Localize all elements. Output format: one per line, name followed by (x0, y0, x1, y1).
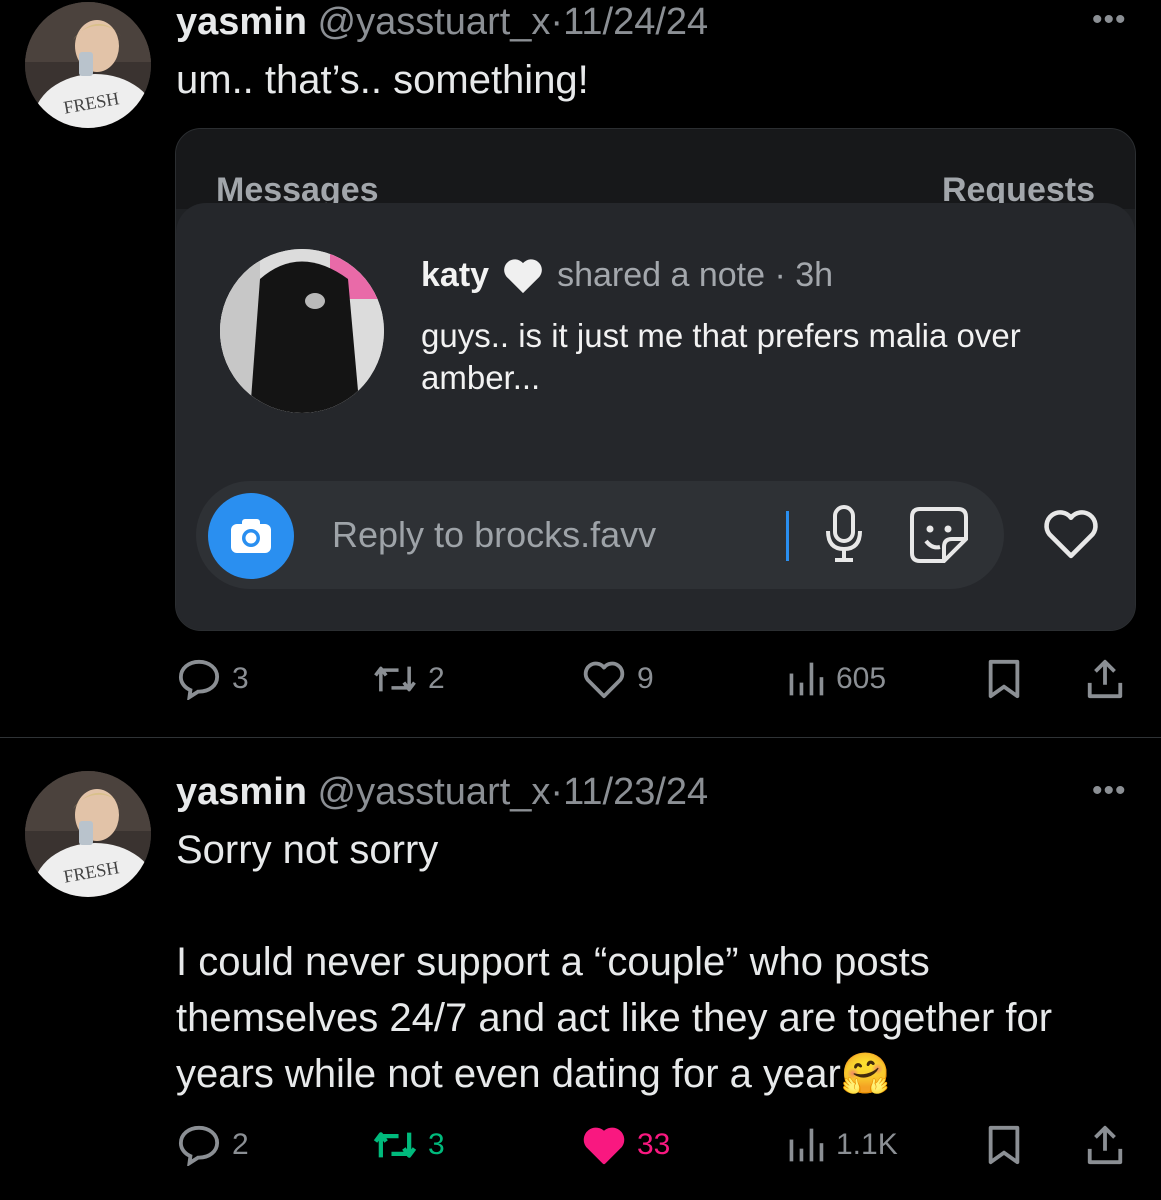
note-sheet: katy shared a note · 3h guys.. is it jus… (176, 203, 1135, 630)
tweet-date[interactable]: 11/23/24 (563, 771, 708, 813)
views-count: 1.1K (836, 1128, 898, 1161)
reply-input[interactable]: Reply to brocks.favv (332, 514, 656, 556)
date-separator: · (550, 1, 564, 43)
retweet-icon (374, 666, 416, 692)
author-handle[interactable]: @yasstuart_x (318, 1, 551, 43)
reply-icon (178, 659, 220, 700)
note-text: guys.. is it just me that prefers malia … (421, 317, 1021, 396)
share-icon (1087, 659, 1123, 699)
reply-icon (178, 1125, 220, 1166)
views-icon (789, 1128, 824, 1162)
microphone-icon (826, 505, 862, 562)
share-button[interactable] (1084, 1121, 1126, 1169)
embedded-screenshot[interactable]: Messages Requests katy shared a note · 3… (175, 128, 1136, 631)
note-meta: shared a note · 3h (557, 255, 834, 294)
note-author: katy (421, 255, 490, 294)
reply-count: 2 (232, 1128, 249, 1161)
date-separator: · (550, 771, 564, 813)
sticker-icon (910, 507, 968, 563)
tweet-text: Sorry not sorry I could never support a … (176, 822, 1116, 1102)
author-avatar[interactable]: FRESH (25, 771, 151, 897)
tweet-text: um.. that’s.. something! (176, 58, 589, 102)
reply-button[interactable]: 3 (176, 655, 249, 703)
author-avatar[interactable]: FRESH (25, 2, 151, 128)
tweet-1[interactable]: FRESH yasmin @yasstuart_x·11/24/24 ••• u… (0, 0, 1161, 737)
bookmark-icon (988, 1125, 1020, 1165)
tweet-text-line1: Sorry not sorry (176, 828, 439, 872)
reply-bar[interactable]: Reply to brocks.favv (196, 481, 1004, 589)
camera-icon (231, 519, 271, 553)
like-count: 33 (637, 1128, 671, 1161)
more-options-button[interactable]: ••• (1092, 5, 1127, 35)
microphone-button[interactable] (824, 503, 864, 570)
avatar-photo: FRESH (25, 771, 151, 897)
tweet-actions: 2 3 33 1.1K (176, 1121, 1136, 1169)
retweet-count: 2 (428, 662, 445, 695)
heart-icon (1044, 510, 1098, 559)
tweet-actions: 3 2 9 605 (176, 655, 1136, 703)
reply-count: 3 (232, 662, 249, 695)
hugging-face-emoji: 🤗 (840, 1052, 891, 1096)
sticker-button[interactable] (908, 505, 970, 570)
text-caret (786, 511, 789, 561)
camera-button[interactable] (208, 493, 294, 579)
tweet-text-paragraph: I could never support a “couple” who pos… (176, 934, 1116, 1102)
note-title: katy shared a note · 3h (421, 255, 833, 295)
note-avatar (220, 249, 384, 413)
reply-button[interactable]: 2 (176, 1121, 249, 1169)
tweet-header: yasmin @yasstuart_x·11/23/24 (176, 770, 708, 814)
author-handle[interactable]: @yasstuart_x (318, 771, 551, 813)
bookmark-button[interactable] (986, 1121, 1022, 1169)
retweet-button[interactable]: 3 (372, 1121, 445, 1169)
author-name[interactable]: yasmin (176, 771, 307, 813)
like-icon (583, 1127, 625, 1165)
tweet-date[interactable]: 11/24/24 (563, 1, 708, 43)
more-options-button[interactable]: ••• (1092, 776, 1127, 806)
retweet-icon (373, 1132, 417, 1158)
share-icon (1087, 1125, 1123, 1165)
avatar-photo: FRESH (25, 2, 151, 128)
like-count: 9 (637, 662, 654, 695)
like-button[interactable]: 9 (581, 655, 654, 703)
white-heart-icon (504, 259, 542, 294)
views-icon (789, 662, 824, 696)
views-button[interactable]: 605 (786, 655, 886, 703)
tweet-text-para2: I could never support a “couple” who pos… (176, 940, 1053, 1096)
retweet-count: 3 (428, 1128, 445, 1161)
tweet-header: yasmin @yasstuart_x·11/24/24 (176, 0, 708, 44)
views-button[interactable]: 1.1K (786, 1121, 898, 1169)
like-button[interactable]: 33 (581, 1121, 670, 1169)
views-count: 605 (836, 662, 887, 695)
bookmark-button[interactable] (986, 655, 1022, 703)
author-name[interactable]: yasmin (176, 1, 307, 43)
like-icon (583, 661, 625, 699)
share-button[interactable] (1084, 655, 1126, 703)
messages-tabs: Messages Requests (176, 129, 1135, 209)
tweet-2[interactable]: FRESH yasmin @yasstuart_x·11/23/24 ••• S… (0, 738, 1161, 1200)
heart-button[interactable] (1040, 505, 1102, 566)
bookmark-icon (988, 659, 1020, 699)
note-avatar-photo (220, 249, 384, 413)
retweet-button[interactable]: 2 (372, 655, 445, 703)
